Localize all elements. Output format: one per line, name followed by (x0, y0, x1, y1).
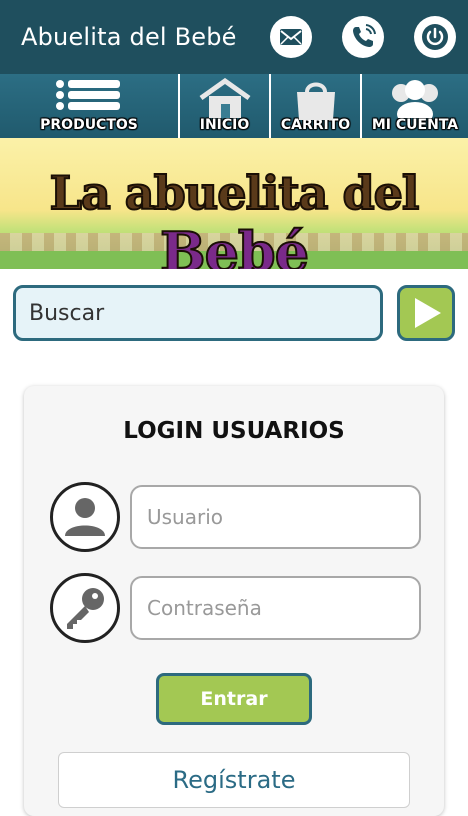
login-submit-button[interactable]: Entrar (156, 673, 312, 725)
password-field[interactable]: Contraseña (130, 576, 421, 640)
nav-inicio[interactable]: INICIO (178, 74, 269, 138)
nav-carrito[interactable]: CARRITO (269, 74, 360, 138)
banner-text-part2: Bebé (159, 219, 310, 269)
username-row: Usuario (50, 482, 421, 552)
mail-icon (280, 29, 302, 45)
search-input[interactable]: Buscar (13, 285, 383, 341)
search-button[interactable] (397, 285, 455, 341)
nav-productos[interactable]: PRODUCTOS (0, 74, 178, 138)
nav-mi-cuenta[interactable]: MI CUENTA (360, 74, 468, 138)
app-bar: Abuelita del Bebé (0, 0, 468, 74)
banner-text-part1: La abuelita del (49, 165, 421, 221)
username-field[interactable]: Usuario (130, 485, 421, 549)
play-arrow-icon (415, 298, 441, 328)
logout-button[interactable] (414, 16, 456, 58)
login-title: LOGIN USUARIOS (123, 418, 345, 444)
search-bar: Buscar (13, 285, 455, 341)
brand-banner: La abuelita del Bebé (0, 138, 468, 269)
shopping-bag-icon (296, 82, 335, 120)
nav-mi-cuenta-label: MI CUENTA (371, 117, 459, 133)
app-title: Abuelita del Bebé (21, 23, 237, 51)
phone-icon (353, 24, 376, 47)
nav-bar: PRODUCTOS INICIO CARRITO MI CUENTA (0, 74, 468, 138)
key-icon (50, 573, 120, 643)
house-icon (199, 78, 250, 118)
banner-logo-text: La abuelita del Bebé (0, 165, 468, 269)
phone-button[interactable] (342, 16, 384, 58)
person-icon (50, 482, 120, 552)
users-icon (392, 80, 438, 118)
power-icon (422, 24, 448, 50)
nav-inicio-label: INICIO (199, 117, 250, 133)
nav-productos-label: PRODUCTOS (40, 117, 138, 133)
menu-list-icon (56, 80, 120, 110)
mail-button[interactable] (270, 16, 312, 58)
password-row: Contraseña (50, 573, 421, 643)
